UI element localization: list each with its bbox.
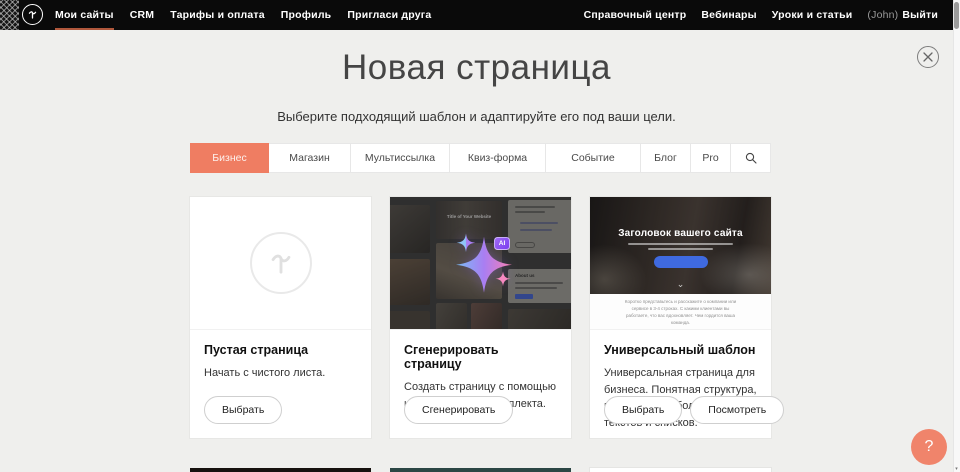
generate-button[interactable]: Сгенерировать — [404, 396, 513, 424]
username-label: (John) — [867, 0, 898, 30]
next-card-preview — [190, 468, 371, 472]
card-universal-template: Заголовок вашего сайта ⌄ Коротко предста… — [590, 197, 771, 438]
topbar-pattern-decoration — [0, 0, 19, 30]
card-actions: Выбрать Посмотреть — [604, 396, 784, 424]
blank-page-preview — [190, 197, 371, 330]
card-blank-page: Пустая страница Начать с чистого листа. … — [190, 197, 371, 438]
ai-sparkle-icon — [421, 206, 541, 316]
template-category-tabs: Бизнес Магазин Мультиссылка Квиз-форма С… — [190, 143, 771, 173]
chevron-down-icon: ⌄ — [590, 279, 771, 290]
page-title: Новая страница — [0, 48, 953, 88]
card-actions: Сгенерировать — [404, 396, 513, 424]
menu-crm[interactable]: CRM — [130, 0, 155, 30]
ai-generate-preview: Title of Your Website About us — [390, 197, 571, 330]
menu-lessons-articles[interactable]: Уроки и статьи — [772, 0, 853, 30]
tab-event[interactable]: Событие — [546, 143, 641, 173]
card-actions: Выбрать — [204, 396, 282, 424]
card-title: Пустая страница — [204, 343, 357, 357]
tilda-logo-icon — [26, 8, 39, 21]
menu-invite-friend[interactable]: Пригласи друга — [347, 0, 431, 30]
universal-template-preview: Заголовок вашего сайта ⌄ Коротко предста… — [590, 197, 771, 330]
template-hero-cta-button — [654, 256, 708, 268]
tab-pro[interactable]: Pro — [691, 143, 731, 173]
tab-multilink[interactable]: Мультиссылка — [351, 143, 450, 173]
close-button[interactable] — [917, 46, 939, 68]
template-cards-row: Пустая страница Начать с чистого листа. … — [190, 197, 771, 438]
card-description: Начать с чистого листа. — [204, 365, 357, 382]
menu-help-center[interactable]: Справочный центр — [584, 0, 687, 30]
menu-profile[interactable]: Профиль — [281, 0, 332, 30]
next-cards-row-partial — [190, 468, 771, 472]
page-subtitle: Выберите подходящий шаблон и адаптируйте… — [0, 109, 953, 124]
scrollbar-thumb[interactable] — [954, 2, 959, 29]
tilda-watermark-icon — [264, 246, 298, 280]
ai-badge: AI — [494, 237, 510, 250]
tab-business[interactable]: Бизнес — [190, 143, 269, 173]
card-title: Универсальный шаблон — [604, 343, 757, 357]
search-icon — [745, 152, 757, 164]
topbar-left-menu: Мои сайты CRM Тарифы и оплата Профиль Пр… — [55, 0, 431, 30]
tilda-logo[interactable] — [22, 4, 43, 25]
scrollbar-down-arrow[interactable]: ▾ — [953, 466, 960, 472]
template-hero-subtitle-bar — [628, 243, 733, 245]
blank-page-info: Пустая страница Начать с чистого листа. — [190, 330, 371, 382]
card-title: Сгенерировать страницу — [404, 343, 557, 371]
page-scrollbar[interactable]: ▾ — [953, 0, 960, 472]
tab-search[interactable] — [731, 143, 771, 173]
next-card-preview — [390, 468, 571, 472]
tilda-watermark-circle — [250, 232, 312, 294]
template-hero-title: Заголовок вашего сайта — [590, 228, 771, 239]
menu-my-sites[interactable]: Мои сайты — [55, 0, 114, 30]
template-hero-subtitle-bar — [648, 248, 713, 250]
topbar: Мои сайты CRM Тарифы и оплата Профиль Пр… — [0, 0, 953, 30]
tab-shop[interactable]: Магазин — [269, 143, 351, 173]
card-ai-generate: Title of Your Website About us — [390, 197, 571, 438]
tab-blog[interactable]: Блог — [641, 143, 691, 173]
tab-quiz-form[interactable]: Квиз-форма — [450, 143, 546, 173]
choose-template-button[interactable]: Выбрать — [604, 396, 682, 424]
choose-blank-button[interactable]: Выбрать — [204, 396, 282, 424]
menu-plans-payment[interactable]: Тарифы и оплата — [170, 0, 265, 30]
next-card-preview — [590, 468, 771, 472]
menu-webinars[interactable]: Вебинары — [701, 0, 756, 30]
topbar-right-menu: Справочный центр Вебинары Уроки и статьи… — [584, 0, 938, 30]
close-icon — [923, 52, 933, 62]
view-template-button[interactable]: Посмотреть — [690, 396, 784, 424]
logout-link[interactable]: Выйти — [902, 0, 938, 30]
template-body-text: Коротко представьтесь и расскажите о ком… — [624, 298, 736, 327]
help-button[interactable]: ? — [911, 429, 947, 465]
template-body-section: Коротко представьтесь и расскажите о ком… — [590, 294, 771, 330]
